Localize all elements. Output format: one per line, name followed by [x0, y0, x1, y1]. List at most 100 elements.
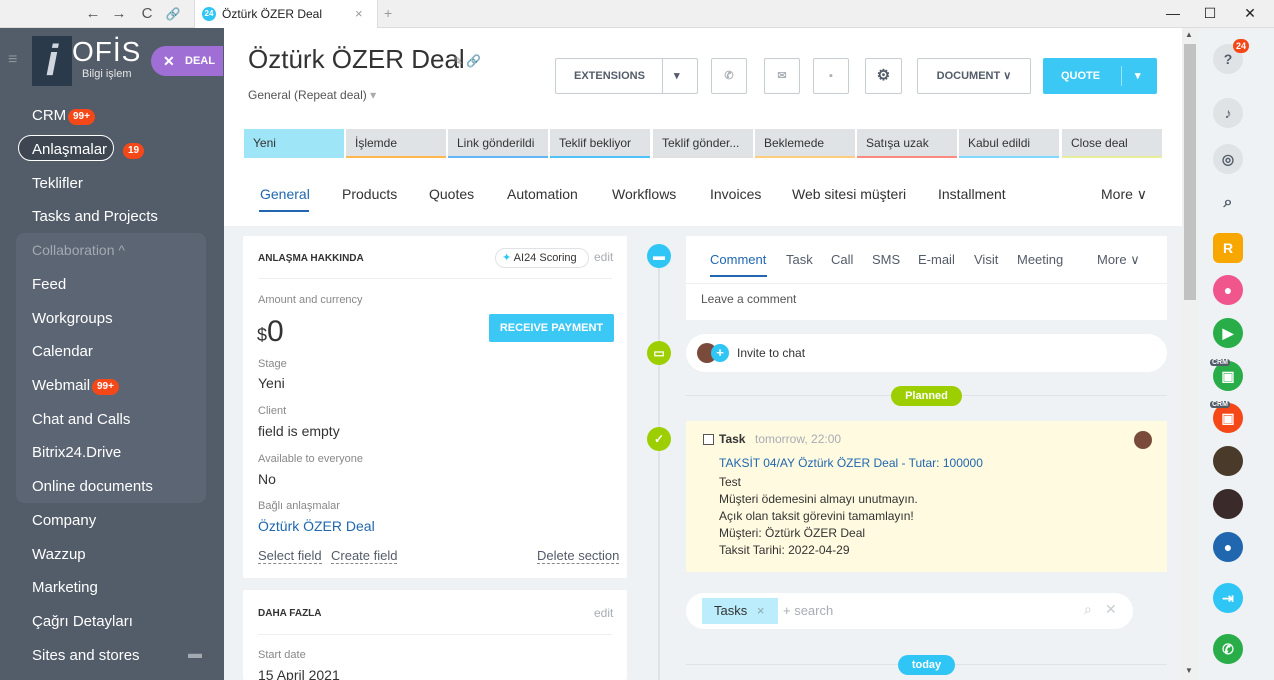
close-tab-icon[interactable]: ×	[355, 6, 363, 21]
sidebar-item-workgroups[interactable]: Workgroups	[0, 302, 224, 335]
scroll-up-icon[interactable]: ▲	[1185, 30, 1193, 39]
deal-close-pill[interactable]: ✕ DEAL	[151, 46, 223, 76]
chat-icon[interactable]: ▪	[813, 58, 849, 94]
new-tab-button[interactable]: +	[384, 5, 392, 21]
stage-islemde[interactable]: İşlemde	[346, 129, 446, 158]
sidebar-item-sites[interactable]: Sites and stores ▬	[0, 639, 224, 672]
delete-section-link[interactable]: Delete section	[537, 548, 620, 564]
scroll-down-icon[interactable]: ▼	[1185, 666, 1193, 675]
sidebar-item-tasks[interactable]: Tasks and Projects	[0, 200, 224, 233]
tab-automation[interactable]: Automation	[507, 186, 578, 202]
company-logo[interactable]: i	[32, 36, 72, 86]
phone-icon[interactable]: ✆	[1213, 634, 1243, 664]
stage-satisa-uzak[interactable]: Satışa uzak	[857, 129, 957, 158]
stage-close-deal[interactable]: Close deal	[1062, 129, 1162, 158]
timeline-filter-bar[interactable]: Tasks × + search ⌕ ✕	[686, 593, 1133, 629]
task-link[interactable]: TAKSİT 04/AY Öztürk ÖZER Deal - Tutar: 1…	[719, 456, 983, 470]
sidebar-item-webmail[interactable]: Webmail 99+	[0, 369, 224, 402]
invite-to-chat-bar[interactable]: + Invite to chat	[686, 334, 1167, 372]
stage-teklif-gonder[interactable]: Teklif gönder...	[653, 129, 753, 158]
activity-tab-meeting[interactable]: Meeting	[1017, 252, 1063, 267]
logout-icon[interactable]: ⇥	[1213, 583, 1243, 613]
group-icon[interactable]: ●	[1213, 532, 1243, 562]
close-window-button[interactable]: ✕	[1232, 0, 1268, 28]
back-icon[interactable]: ←	[82, 4, 104, 24]
sidebar-item-cagri-detaylari[interactable]: Çağrı Detayları	[0, 605, 224, 638]
reload-icon[interactable]: C	[136, 4, 158, 24]
tab-invoices[interactable]: Invoices	[710, 186, 761, 202]
bell-icon[interactable]: ♪	[1213, 98, 1243, 128]
video-call-icon[interactable]: ▶	[1213, 318, 1243, 348]
sidebar-item-crm[interactable]: CRM 99+	[0, 99, 224, 132]
minimize-button[interactable]: —	[1155, 0, 1191, 28]
phone-icon[interactable]: ✆	[711, 58, 747, 94]
tab-more[interactable]: More ∨	[1101, 186, 1147, 203]
sidebar-item-label: Wazzup	[32, 546, 86, 563]
comment-input[interactable]: Leave a comment	[701, 292, 796, 306]
ai-scoring-button[interactable]: ✦ AI24 Scoring	[495, 248, 589, 268]
edit-title-icon[interactable]: ✎ 🔗	[453, 54, 481, 68]
contact-avatar[interactable]	[1213, 489, 1243, 519]
linked-deal-link[interactable]: Öztürk ÖZER Deal	[258, 518, 375, 534]
activity-tab-more[interactable]: More ∨	[1097, 252, 1140, 268]
user-avatar-icon[interactable]: R	[1213, 233, 1243, 263]
group-chat-icon[interactable]: ●	[1213, 275, 1243, 305]
sidebar-item-calendar[interactable]: Calendar	[0, 335, 224, 368]
sidebar-item-feed[interactable]: Feed	[0, 268, 224, 301]
search-icon[interactable]: ⌕	[1213, 188, 1243, 218]
deal-category-selector[interactable]: General (Repeat deal) ▾	[248, 88, 376, 102]
close-icon[interactable]: ✕	[163, 46, 175, 76]
link-icon[interactable]: 🔗	[162, 4, 184, 24]
select-field-link[interactable]: Select field	[258, 548, 322, 564]
quote-button[interactable]: QUOTE ▾	[1043, 58, 1157, 94]
activity-tab-call[interactable]: Call	[831, 252, 853, 267]
activity-tab-visit[interactable]: Visit	[974, 252, 998, 267]
activity-tab-task[interactable]: Task	[786, 252, 813, 267]
sidebar-item-online-documents[interactable]: Online documents	[0, 470, 224, 503]
timeline-icon[interactable]: ◎	[1213, 144, 1243, 174]
sidebar-item-chat[interactable]: Chat and Calls	[0, 403, 224, 436]
maximize-button[interactable]: ☐	[1192, 0, 1228, 28]
menu-icon[interactable]: ≡	[8, 51, 17, 69]
clear-icon[interactable]: ✕	[1105, 601, 1117, 618]
tab-workflows[interactable]: Workflows	[612, 186, 676, 202]
tab-quotes[interactable]: Quotes	[429, 186, 474, 202]
stage-link-gonderildi[interactable]: Link gönderildi	[448, 129, 548, 158]
mail-icon[interactable]: ✉	[764, 58, 800, 94]
sidebar-item-teklifler[interactable]: Teklifler	[0, 167, 224, 200]
search-input[interactable]: + search	[783, 603, 833, 618]
forward-icon[interactable]: →	[108, 4, 130, 24]
printer-icon[interactable]: ▬	[188, 645, 202, 661]
activity-tab-email[interactable]: E-mail	[918, 252, 955, 267]
gear-icon[interactable]: ⚙	[865, 58, 902, 94]
tab-web-sitesi[interactable]: Web sitesi müşteri	[792, 186, 906, 202]
search-icon[interactable]: ⌕	[1084, 601, 1092, 618]
tab-products[interactable]: Products	[342, 186, 397, 202]
document-button[interactable]: DOCUMENT ∨	[917, 58, 1031, 94]
tab-installment[interactable]: Installment	[938, 186, 1006, 202]
sidebar-item-company[interactable]: Company	[0, 504, 224, 537]
contact-avatar[interactable]	[1213, 446, 1243, 476]
task-checkbox[interactable]	[703, 434, 714, 445]
extensions-button[interactable]: EXTENSIONS ▾	[555, 58, 698, 94]
stage-yeni[interactable]: Yeni	[244, 129, 344, 158]
create-field-link[interactable]: Create field	[331, 548, 398, 564]
edit-link[interactable]: edit	[594, 606, 613, 620]
sidebar-item-anlasmalar[interactable]: Anlaşmalar 19	[0, 133, 224, 166]
edit-link[interactable]: edit	[594, 250, 613, 264]
filter-tag[interactable]: Tasks ×	[702, 598, 778, 624]
sidebar-item-wazzup[interactable]: Wazzup	[0, 538, 224, 571]
stage-teklif-bekliyor[interactable]: Teklif bekliyor	[550, 129, 650, 158]
tab-general[interactable]: General	[260, 186, 310, 202]
sidebar-item-marketing[interactable]: Marketing	[0, 571, 224, 604]
close-icon[interactable]: ×	[757, 603, 765, 618]
receive-payment-button[interactable]: RECEIVE PAYMENT	[489, 314, 614, 342]
activity-tab-comment[interactable]: Comment	[710, 252, 766, 267]
sidebar-item-collaboration[interactable]: Collaboration ^	[0, 234, 224, 267]
stage-kabul-edildi[interactable]: Kabul edildi	[959, 129, 1059, 158]
sidebar-item-drive[interactable]: Bitrix24.Drive	[0, 436, 224, 469]
browser-tab[interactable]: 24 Öztürk ÖZER Deal ×	[194, 0, 378, 28]
activity-tab-sms[interactable]: SMS	[872, 252, 900, 267]
stage-beklemede[interactable]: Beklemede	[755, 129, 855, 158]
scrollbar-thumb[interactable]	[1184, 44, 1196, 300]
